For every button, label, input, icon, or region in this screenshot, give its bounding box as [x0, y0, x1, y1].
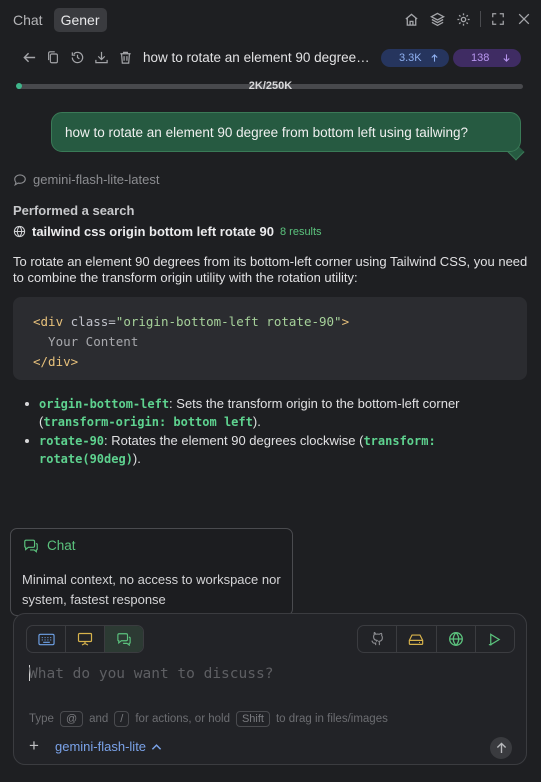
code-value: "origin-bottom-left rotate-90"	[115, 314, 342, 329]
code-attr: class=	[70, 314, 116, 329]
model-name: gemini-flash-lite-latest	[33, 172, 160, 187]
github-icon[interactable]	[358, 626, 398, 652]
code-open-tag: <div	[33, 314, 64, 329]
tokens-down-value: 138	[471, 52, 490, 64]
answer-intro: To rotate an element 90 degrees from its…	[13, 254, 528, 285]
user-message-bubble: how to rotate an element 90 degree from …	[51, 112, 521, 152]
code-open-end: >	[341, 314, 350, 329]
model-attribution: gemini-flash-lite-latest	[13, 172, 159, 187]
hint-and: and	[89, 713, 109, 725]
add-attachment-button[interactable]: +	[29, 736, 39, 756]
inline-code: rotate-90	[39, 434, 105, 448]
chat-mode-icon[interactable]	[105, 626, 143, 652]
copy-icon[interactable]	[44, 48, 62, 66]
tooltip-title-text: Chat	[47, 538, 76, 553]
trash-icon[interactable]	[116, 48, 134, 66]
hint-type: Type	[29, 713, 54, 725]
thread-title[interactable]: how to rotate an element 90 degree from …	[143, 50, 371, 65]
comment-icon	[13, 173, 27, 187]
kbd-at: @	[59, 711, 84, 727]
expand-icon[interactable]	[489, 10, 507, 28]
search-heading: Performed a search	[13, 203, 135, 218]
send-button[interactable]	[490, 737, 512, 759]
download-icon[interactable]	[92, 48, 110, 66]
search-result-row[interactable]: tailwind css origin bottom left rotate 9…	[13, 224, 322, 239]
gear-icon[interactable]	[454, 10, 472, 28]
composer: Type @ and / for actions, or hold Shift …	[13, 613, 527, 765]
context-usage-label: 2K/250K	[248, 80, 293, 92]
presentation-icon[interactable]	[66, 626, 105, 652]
globe-icon	[13, 225, 26, 238]
tool-switcher	[357, 625, 515, 653]
kbd-shift: Shift	[235, 711, 270, 727]
mode-tooltip: Chat Minimal context, no access to works…	[10, 528, 293, 616]
code-block: <div class="origin-bottom-left rotate-90…	[13, 297, 527, 380]
window-controls	[402, 10, 533, 28]
tab-chat[interactable]: Chat	[6, 8, 50, 32]
list-item: rotate-90: Rotates the element 90 degree…	[22, 432, 502, 468]
hint-drag: to drag in files/images	[275, 713, 388, 725]
stack-icon[interactable]	[428, 10, 446, 28]
chevron-up-icon	[151, 743, 162, 751]
drive-icon[interactable]	[397, 626, 437, 652]
keyboard-icon[interactable]	[27, 626, 66, 652]
answer-bullets: origin-bottom-left: Sets the transform o…	[22, 395, 502, 469]
code-content: Your Content	[33, 334, 139, 349]
arrow-up-send-icon	[496, 742, 506, 754]
bullet-tail: ).	[252, 414, 261, 429]
home-icon[interactable]	[402, 10, 420, 28]
tab-bar: Chat Gener	[6, 8, 107, 32]
search-count[interactable]: 8 results	[280, 226, 322, 238]
thread-toolbar	[20, 48, 134, 66]
tokens-up-badge: 3.3K	[381, 49, 449, 67]
globe-tool-icon[interactable]	[437, 626, 476, 652]
arrow-down-icon	[502, 53, 511, 63]
inline-code: transform-origin: bottom left	[43, 415, 253, 429]
tokens-down-badge: 138	[453, 49, 521, 67]
tokens-up-value: 3.3K	[399, 52, 422, 64]
chat-icon	[23, 538, 39, 553]
mode-switcher	[26, 625, 144, 653]
hint-actions: for actions, or hold	[135, 713, 230, 725]
arrow-up-icon	[430, 53, 439, 63]
list-item: origin-bottom-left: Sets the transform o…	[22, 395, 502, 431]
close-icon[interactable]	[515, 10, 533, 28]
composer-hint: Type @ and / for actions, or hold Shift …	[29, 711, 388, 727]
inline-code: origin-bottom-left	[39, 397, 170, 411]
kbd-slash: /	[114, 711, 130, 727]
bullet-text: : Rotates the element 90 degrees clockwi…	[104, 433, 364, 448]
code-close-tag: </div>	[33, 354, 79, 369]
history-icon[interactable]	[68, 48, 86, 66]
tooltip-title: Chat	[23, 538, 76, 553]
run-icon[interactable]	[476, 626, 514, 652]
model-selector[interactable]: gemini-flash-lite	[55, 739, 162, 754]
model-selector-label: gemini-flash-lite	[55, 739, 147, 754]
search-query: tailwind css origin bottom left rotate 9…	[32, 224, 274, 239]
tooltip-body: Minimal context, no access to workspace …	[22, 572, 281, 607]
tab-generate[interactable]: Gener	[53, 8, 107, 32]
divider	[480, 11, 481, 27]
bullet-tail: ).	[132, 451, 141, 466]
back-arrow-icon[interactable]	[20, 48, 38, 66]
message-input[interactable]	[29, 664, 489, 684]
